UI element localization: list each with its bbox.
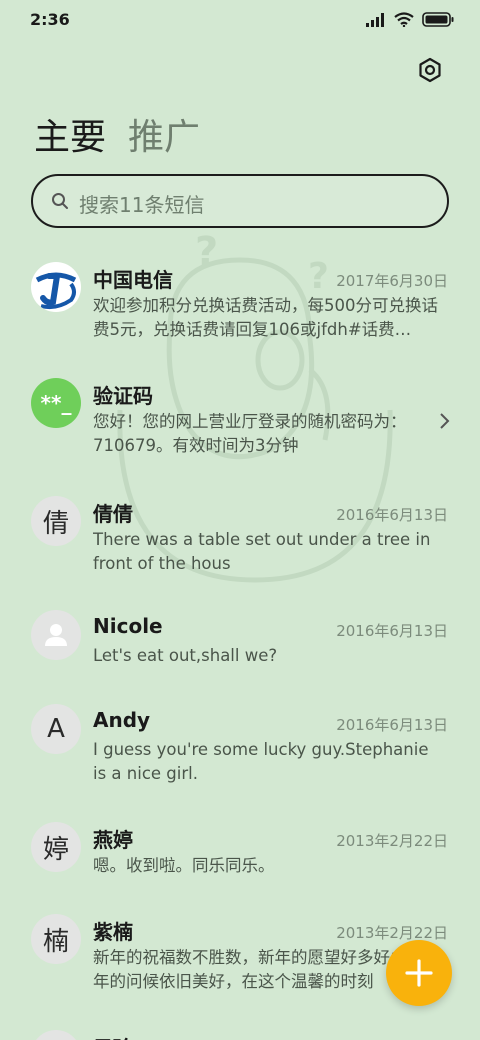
search-icon (52, 193, 68, 209)
plus-icon (405, 959, 433, 987)
conversation-preview: I guess you're some lucky guy.Stephanie … (93, 740, 429, 783)
avatar (31, 610, 81, 660)
conversation-name: Nicole (93, 614, 163, 638)
tab-primary[interactable]: 主要 (34, 108, 106, 160)
conversation-date: 2017年6月30日 (336, 272, 448, 290)
status-bar: 2:36 (0, 0, 480, 44)
person-icon (45, 624, 67, 646)
tab-promotions[interactable]: 推广 (128, 108, 200, 160)
conversation-name: 中国电信 (93, 268, 173, 292)
conversation-name: 燕婷 (93, 828, 133, 852)
conversation-date: 2016年6月13日 (336, 716, 448, 734)
conversation-name: 验证码 (93, 384, 153, 408)
chevron-right-icon[interactable] (438, 412, 450, 430)
conversation-date: 2016年6月13日 (336, 506, 448, 524)
conversation-date: 2013年2月22日 (336, 832, 448, 850)
conversation-preview: 嗯。收到啦。同乐同乐。 (93, 856, 275, 875)
conversation-row[interactable]: 玲 子玲 (0, 1016, 480, 1040)
conversation-date: 2013年2月22日 (336, 924, 448, 942)
avatar: 倩 (31, 496, 81, 546)
conversation-name: 子玲 (93, 1032, 133, 1040)
conversation-preview: Let's eat out,shall we? (93, 646, 278, 665)
conversation-row[interactable]: A Andy 2016年6月13日 I guess you're some lu… (0, 692, 480, 808)
status-icons (366, 12, 454, 27)
conversation-row[interactable]: 中国电信 2017年6月30日 欢迎参加积分兑换话费活动，每500分可兑换话费5… (0, 248, 480, 364)
conversation-preview: 欢迎参加积分兑换话费活动，每500分可兑换话费5元，兑换话费请回复106或jfd… (93, 296, 438, 339)
avatar: **_ (31, 378, 81, 428)
settings-gear-icon[interactable] (416, 56, 444, 84)
conversation-name: Andy (93, 708, 151, 732)
avatar (31, 262, 81, 312)
battery-icon (422, 12, 454, 27)
conversation-row[interactable]: 婷 燕婷 2013年2月22日 嗯。收到啦。同乐同乐。 (0, 808, 480, 900)
avatar: 玲 (31, 1030, 81, 1040)
avatar: 楠 (31, 914, 81, 964)
search-input[interactable]: 搜索11条短信 (79, 189, 204, 218)
conversation-date: 2016年6月13日 (336, 622, 448, 640)
conversation-row[interactable]: 倩 倩倩 2016年6月13日 There was a table set ou… (0, 482, 480, 598)
wifi-icon (394, 12, 414, 27)
conversation-name: 倩倩 (93, 502, 133, 526)
conversation-preview: There was a table set out under a tree i… (93, 530, 431, 573)
avatar: 婷 (31, 822, 81, 872)
china-telecom-logo-icon (32, 263, 80, 311)
conversation-row[interactable]: **_ 验证码 您好！您的网上营业厅登录的随机密码为：710679。有效时间为3… (0, 364, 480, 482)
new-message-button[interactable] (386, 940, 452, 1006)
status-time: 2:36 (30, 10, 70, 29)
avatar: A (31, 704, 81, 754)
signal-icon (366, 12, 384, 27)
conversation-row[interactable]: Nicole 2016年6月13日 Let's eat out,shall we… (0, 598, 480, 692)
conversation-name: 紫楠 (93, 920, 133, 944)
conversation-preview: 您好！您的网上营业厅登录的随机密码为：710679。有效时间为3分钟 (93, 412, 407, 455)
folder-tabs: 主要 推广 (34, 108, 200, 160)
